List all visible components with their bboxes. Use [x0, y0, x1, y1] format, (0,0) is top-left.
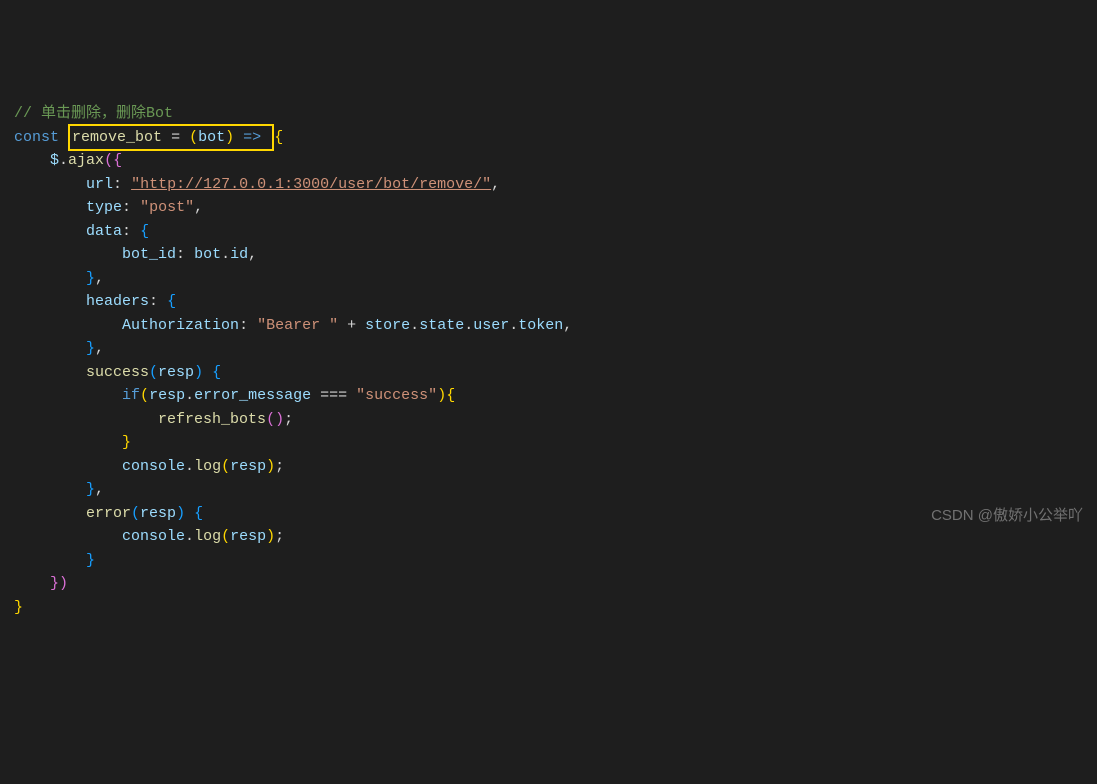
comment-text: // 单击删除，删除Bot [14, 105, 173, 122]
code-line: error(resp) { [14, 502, 1083, 526]
code-line: console.log(resp); [14, 525, 1083, 549]
code-line: // 单击删除，删除Bot [14, 102, 1083, 126]
code-editor[interactable]: // 单击删除，删除Bot const remove_bot = (bot) =>… [14, 102, 1083, 619]
watermark-text: CSDN @傲娇小公举吖 [931, 504, 1083, 528]
code-line: console.log(resp); [14, 455, 1083, 479]
code-line: headers: { [14, 290, 1083, 314]
code-line: } [14, 431, 1083, 455]
code-line: }, [14, 337, 1083, 361]
code-line: const remove_bot = (bot) => { [14, 126, 1083, 150]
code-line: data: { [14, 220, 1083, 244]
code-line: }, [14, 267, 1083, 291]
code-line: }, [14, 478, 1083, 502]
code-line: $.ajax({ [14, 149, 1083, 173]
code-line: }) [14, 572, 1083, 596]
code-line: bot_id: bot.id, [14, 243, 1083, 267]
code-line: type: "post", [14, 196, 1083, 220]
code-line: } [14, 549, 1083, 573]
code-line: success(resp) { [14, 361, 1083, 385]
code-line: Authorization: "Bearer " + store.state.u… [14, 314, 1083, 338]
highlighted-declaration: remove_bot = (bot) => [68, 124, 274, 152]
code-line: refresh_bots(); [14, 408, 1083, 432]
code-line: url: "http://127.0.0.1:3000/user/bot/rem… [14, 173, 1083, 197]
code-line: } [14, 596, 1083, 620]
code-line: if(resp.error_message === "success"){ [14, 384, 1083, 408]
url-string: "http://127.0.0.1:3000/user/bot/remove/" [131, 176, 491, 193]
